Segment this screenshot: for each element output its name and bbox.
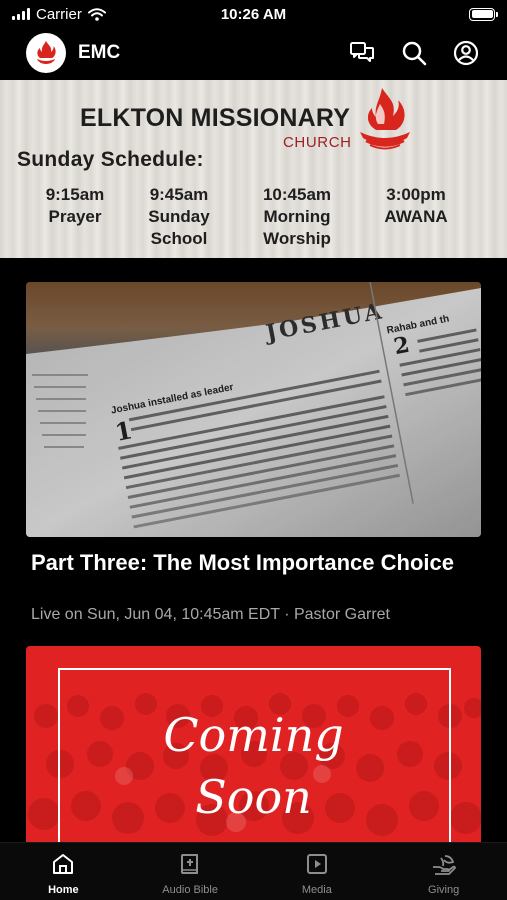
- chat-icon[interactable]: [347, 38, 377, 68]
- church-logo-icon[interactable]: [26, 33, 66, 73]
- schedule-name: Sunday School: [148, 207, 210, 248]
- flame-logo-icon: [360, 88, 410, 150]
- carrier-label: Carrier: [36, 5, 82, 23]
- schedule-time: 9:45am: [149, 185, 209, 204]
- media-icon: [304, 851, 330, 877]
- sermon-meta: Live on Sun, Jun 04, 10:45am EDT · Pasto…: [31, 606, 390, 623]
- app-title: EMC: [78, 42, 121, 63]
- app-header: EMC: [0, 30, 507, 76]
- tab-home[interactable]: Home: [0, 843, 127, 900]
- profile-icon[interactable]: [451, 38, 481, 68]
- tab-label: Audio Bible: [162, 884, 218, 896]
- tab-label: Giving: [428, 884, 460, 896]
- header-actions: [347, 38, 481, 68]
- schedule-item-prayer: 9:15am Prayer: [40, 184, 110, 228]
- home-icon: [50, 851, 76, 877]
- sermon-thumbnail[interactable]: JOSHUA Joshua installed as leader 1 2 Ra…: [26, 282, 481, 537]
- battery-icon: [469, 7, 498, 21]
- promo-line-two: Soon: [195, 770, 312, 824]
- signal-icon: [12, 8, 30, 20]
- schedule-item-awana: 3:00pm AWANA: [376, 184, 456, 228]
- status-bar: Carrier 10:26 AM: [0, 0, 507, 28]
- schedule-name: Morning Worship: [263, 207, 331, 248]
- bible-icon: [177, 851, 203, 877]
- search-icon[interactable]: [399, 38, 429, 68]
- tab-bar: Home Audio Bible Media Giving: [0, 842, 507, 900]
- sermon-title[interactable]: Part Three: The Most Importance Choice: [31, 548, 471, 577]
- schedule-item-sunday-school: 9:45am Sunday School: [140, 184, 218, 250]
- wifi-icon: [87, 7, 106, 21]
- tab-label: Home: [48, 884, 79, 896]
- schedule-time: 10:45am: [262, 185, 332, 204]
- schedule-time: 9:15am: [45, 185, 105, 204]
- schedule-name: Prayer: [48, 207, 102, 226]
- church-sub: CHURCH: [283, 134, 352, 151]
- giving-icon: [431, 851, 457, 877]
- church-name: ELKTON MISSIONARY: [80, 104, 351, 132]
- tab-audio-bible[interactable]: Audio Bible: [127, 843, 254, 900]
- schedule-banner[interactable]: ELKTON MISSIONARY CHURCH Sunday Schedule…: [0, 80, 507, 258]
- promo-line-one: Coming: [163, 708, 344, 762]
- tab-media[interactable]: Media: [254, 843, 381, 900]
- schedule-item-morning-worship: 10:45am Morning Worship: [255, 184, 339, 250]
- schedule-heading: Sunday Schedule:: [17, 148, 204, 171]
- schedule-name: AWANA: [384, 207, 448, 226]
- coming-soon-card[interactable]: Coming Soon: [26, 646, 481, 844]
- tab-giving[interactable]: Giving: [380, 843, 507, 900]
- schedule-time: 3:00pm: [386, 185, 446, 204]
- tab-label: Media: [301, 884, 332, 896]
- status-left: Carrier: [12, 6, 106, 23]
